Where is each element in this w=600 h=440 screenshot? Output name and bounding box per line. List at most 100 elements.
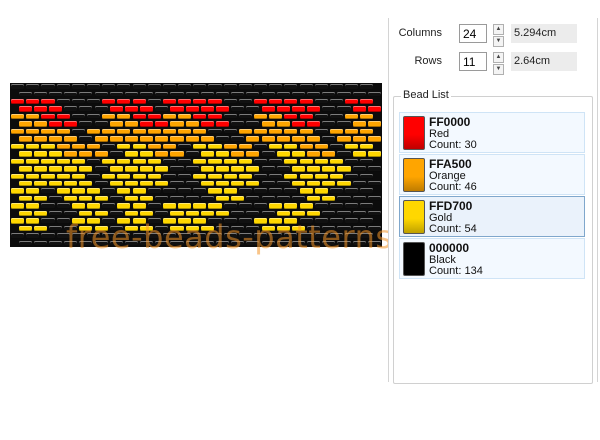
bead <box>71 98 85 105</box>
bead <box>299 203 313 209</box>
bead <box>102 203 116 209</box>
bead <box>86 188 101 194</box>
bead <box>185 195 199 202</box>
bead <box>71 84 85 90</box>
bead <box>140 91 154 97</box>
bead <box>253 158 268 164</box>
bead <box>299 98 313 105</box>
bead <box>79 195 93 202</box>
bead <box>49 240 63 246</box>
bead <box>322 106 336 112</box>
bead <box>117 203 131 209</box>
bead <box>193 158 207 164</box>
bead <box>276 136 290 142</box>
bead <box>345 218 359 224</box>
bead <box>231 225 245 232</box>
bead <box>94 240 108 246</box>
bead <box>132 143 146 150</box>
bead <box>178 218 192 224</box>
bead <box>307 166 321 172</box>
bead <box>26 218 40 224</box>
bead <box>352 151 366 157</box>
bead <box>216 151 230 157</box>
bead <box>64 136 78 142</box>
bead <box>193 218 207 224</box>
bead-item-gold[interactable]: FFD700 Gold Count: 54 <box>399 196 585 237</box>
bead <box>86 143 101 150</box>
bead <box>26 233 40 239</box>
bead <box>307 136 321 142</box>
bead <box>231 210 245 217</box>
bead <box>216 195 230 202</box>
bead-item-black[interactable]: 000000 Black Count: 134 <box>399 238 585 279</box>
bead <box>322 166 336 172</box>
bead <box>238 128 252 135</box>
bead-list-title: Bead List <box>401 89 451 101</box>
spin-up-icon[interactable]: ▲ <box>493 24 504 35</box>
columns-row: Columns 24 ▲ ▼ 5.294cm <box>389 23 597 47</box>
spin-up-icon[interactable]: ▲ <box>493 52 504 63</box>
bead <box>94 166 108 172</box>
bead <box>132 218 146 224</box>
bead <box>71 218 85 224</box>
bead <box>360 84 374 90</box>
bead-pattern-canvas[interactable] <box>10 83 382 247</box>
bead <box>140 210 154 217</box>
bead <box>284 143 298 150</box>
bead <box>79 91 93 97</box>
bead <box>41 158 55 164</box>
bead <box>109 180 123 187</box>
bead <box>360 233 374 239</box>
bead <box>329 218 344 224</box>
bead <box>314 113 328 120</box>
bead <box>140 180 154 187</box>
bead <box>11 128 25 135</box>
bead <box>185 106 199 112</box>
bead <box>238 203 252 209</box>
bead <box>56 128 70 135</box>
bead <box>314 203 328 209</box>
bead <box>276 210 290 217</box>
bead <box>71 203 85 209</box>
bead <box>155 166 169 172</box>
bead <box>345 143 359 150</box>
bead <box>117 113 131 120</box>
bead <box>246 91 260 97</box>
bead <box>117 233 131 239</box>
bead <box>18 166 32 172</box>
bead <box>147 84 161 90</box>
rows-input[interactable]: 11 <box>459 52 487 71</box>
bead <box>124 106 139 112</box>
bead <box>238 158 252 164</box>
bead <box>33 210 47 217</box>
columns-input[interactable]: 24 <box>459 24 487 43</box>
bead <box>64 180 78 187</box>
bead <box>147 188 161 194</box>
bead <box>261 106 275 112</box>
bead <box>64 166 78 172</box>
bead <box>261 195 275 202</box>
bead <box>307 180 321 187</box>
bead <box>185 151 199 157</box>
bead <box>94 121 108 127</box>
spin-down-icon[interactable]: ▼ <box>493 36 504 47</box>
columns-spinner[interactable]: ▲ ▼ <box>493 24 504 47</box>
spin-down-icon[interactable]: ▼ <box>493 64 504 75</box>
bead <box>162 188 176 194</box>
rows-spinner[interactable]: ▲ ▼ <box>493 52 504 75</box>
bead <box>170 225 184 232</box>
bead <box>322 210 336 217</box>
bead <box>117 98 131 105</box>
bead <box>269 188 283 194</box>
bead <box>238 233 252 239</box>
bead-item-orange[interactable]: FFA500 Orange Count: 46 <box>399 154 585 195</box>
bead <box>291 121 306 127</box>
bead <box>109 240 123 246</box>
bead <box>208 158 222 164</box>
bead <box>276 180 290 187</box>
bead <box>276 91 290 97</box>
bead <box>238 173 252 179</box>
bead <box>26 113 40 120</box>
bead <box>284 233 298 239</box>
bead-item-red[interactable]: FF0000 Red Count: 30 <box>399 112 585 153</box>
